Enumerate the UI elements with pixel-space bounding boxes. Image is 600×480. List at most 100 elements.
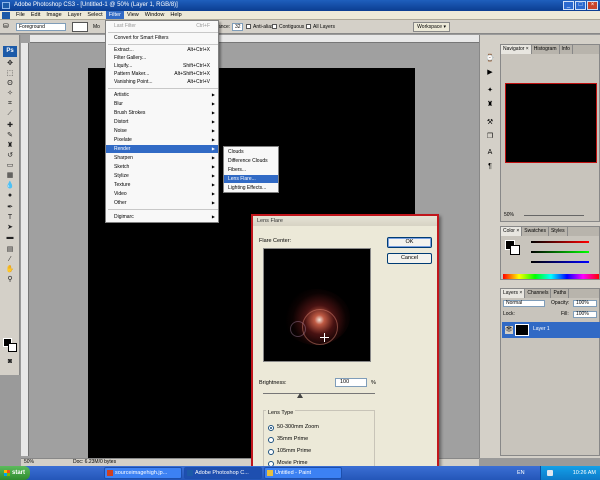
radio-35mm-prime[interactable] bbox=[268, 437, 274, 443]
fill-input[interactable]: 100% bbox=[573, 311, 597, 318]
history-panel-icon[interactable]: ⌚ bbox=[485, 54, 495, 64]
brightness-slider-thumb[interactable] bbox=[296, 393, 303, 398]
submenu-item-lighting-effects[interactable]: Lighting Effects... bbox=[224, 184, 278, 192]
eyedropper-tool-icon[interactable]: ⁄ bbox=[5, 255, 15, 264]
menu-item-vanishing-point[interactable]: Vanishing Point... Alt+Ctrl+V bbox=[106, 78, 218, 86]
tab-histogram[interactable]: Histogram bbox=[532, 45, 560, 54]
stamp-tool-icon[interactable]: ♜ bbox=[5, 141, 15, 150]
menu-image[interactable]: Image bbox=[43, 11, 64, 19]
menu-item-pattern-maker[interactable]: Pattern Maker... Alt+Shift+Ctrl+X bbox=[106, 70, 218, 78]
menu-item-stylize[interactable]: Stylize ▶ bbox=[106, 172, 218, 180]
menu-item-filter-gallery[interactable]: Filter Gallery... bbox=[106, 54, 218, 62]
menu-item-brush-strokes[interactable]: Brush Strokes ▶ bbox=[106, 109, 218, 117]
navigator-preview[interactable] bbox=[505, 83, 597, 163]
dodge-tool-icon[interactable]: ● bbox=[5, 191, 15, 200]
menu-edit[interactable]: Edit bbox=[28, 11, 43, 19]
character-panel-icon[interactable]: A bbox=[485, 148, 495, 158]
blur-tool-icon[interactable]: 💧 bbox=[5, 181, 15, 190]
quick-mask-icon[interactable]: ◙ bbox=[5, 357, 15, 366]
menu-item-noise[interactable]: Noise ▶ bbox=[106, 127, 218, 135]
contiguous-checkbox[interactable] bbox=[272, 24, 277, 29]
menu-item-blur[interactable]: Blur ▶ bbox=[106, 100, 218, 108]
menu-filter[interactable]: Filter bbox=[105, 11, 124, 19]
label-105mm-prime[interactable]: 105mm Prime bbox=[277, 448, 311, 454]
menu-item-other[interactable]: Other ▶ bbox=[106, 199, 218, 207]
pattern-swatch[interactable] bbox=[72, 22, 88, 32]
workspace-button[interactable]: Workspace ▾ bbox=[413, 22, 450, 32]
color-background-swatch[interactable] bbox=[510, 245, 520, 255]
menu-item-video[interactable]: Video ▶ bbox=[106, 190, 218, 198]
shape-tool-icon[interactable]: ▬ bbox=[5, 233, 15, 242]
ps-logo[interactable]: Ps bbox=[3, 46, 17, 57]
flare-crosshair-icon[interactable] bbox=[320, 333, 329, 342]
bucket-tool-icon[interactable]: ⛁ bbox=[3, 22, 9, 30]
navigator-zoom-slider[interactable] bbox=[524, 215, 584, 216]
background-color-swatch[interactable] bbox=[8, 343, 17, 352]
submenu-item-difference-clouds[interactable]: Difference Clouds bbox=[224, 157, 278, 165]
layer-comps-icon[interactable]: ❐ bbox=[485, 132, 495, 142]
magic-wand-tool-icon[interactable]: ✧ bbox=[5, 89, 15, 98]
menu-item-extract[interactable]: Extract... Alt+Ctrl+X bbox=[106, 46, 218, 54]
eraser-tool-icon[interactable]: ▭ bbox=[5, 161, 15, 170]
language-indicator[interactable]: EN bbox=[517, 470, 525, 476]
blue-slider[interactable] bbox=[531, 261, 589, 263]
tolerance-input[interactable]: 32 bbox=[232, 23, 243, 31]
minimize-button[interactable]: _ bbox=[563, 1, 574, 10]
menu-item-convert-smart-filters[interactable]: Convert for Smart Filters bbox=[106, 34, 218, 42]
task-sourceimage[interactable]: sourceimagehigh.jp... bbox=[104, 467, 182, 479]
zoom-tool-icon[interactable]: ⚲ bbox=[5, 275, 15, 284]
tab-channels[interactable]: Channels bbox=[525, 289, 552, 298]
menu-file[interactable]: File bbox=[13, 11, 28, 19]
menu-item-sketch[interactable]: Sketch ▶ bbox=[106, 163, 218, 171]
menu-item-artistic[interactable]: Artistic ▶ bbox=[106, 91, 218, 99]
tab-info[interactable]: Info bbox=[560, 45, 573, 54]
red-slider[interactable] bbox=[531, 241, 589, 243]
actions-panel-icon[interactable]: ▶ bbox=[485, 68, 495, 78]
menu-view[interactable]: View bbox=[124, 11, 142, 19]
menu-layer[interactable]: Layer bbox=[65, 11, 85, 19]
close-button[interactable]: × bbox=[587, 1, 598, 10]
menu-select[interactable]: Select bbox=[84, 11, 105, 19]
menu-item-texture[interactable]: Texture ▶ bbox=[106, 181, 218, 189]
marquee-tool-icon[interactable]: ⬚ bbox=[5, 69, 15, 78]
slice-tool-icon[interactable]: ⟋ bbox=[5, 109, 15, 118]
move-tool-icon[interactable]: ✥ bbox=[5, 59, 15, 68]
menu-item-digimarc[interactable]: Digimarc ▶ bbox=[106, 213, 218, 221]
brush-tool-icon[interactable]: ✎ bbox=[5, 131, 15, 140]
type-tool-icon[interactable]: T bbox=[5, 213, 15, 222]
menu-item-render[interactable]: Render ▶ bbox=[106, 145, 218, 153]
history-brush-icon[interactable]: ↺ bbox=[5, 151, 15, 160]
path-selection-icon[interactable]: ➤ bbox=[5, 223, 15, 232]
start-button[interactable]: start bbox=[0, 466, 30, 480]
tab-paths[interactable]: Paths bbox=[551, 289, 570, 298]
hand-tool-icon[interactable]: ✋ bbox=[5, 265, 15, 274]
color-spectrum-ramp[interactable] bbox=[503, 274, 599, 279]
tab-color[interactable]: Color × bbox=[501, 227, 523, 236]
tab-swatches[interactable]: Swatches bbox=[522, 227, 549, 236]
brightness-input[interactable]: 100 bbox=[335, 378, 367, 387]
eye-icon[interactable]: 👁 bbox=[505, 326, 513, 334]
layer-row[interactable]: 👁 Layer 1 bbox=[502, 322, 600, 338]
submenu-item-lens-flare[interactable]: Lens Flare... bbox=[224, 175, 278, 183]
green-slider[interactable] bbox=[531, 251, 589, 253]
fill-source-select[interactable]: Foreground bbox=[16, 23, 66, 31]
cancel-button[interactable]: Cancel bbox=[387, 253, 432, 264]
label-35mm-prime[interactable]: 35mm Prime bbox=[277, 436, 308, 442]
blend-mode-select[interactable]: Normal bbox=[503, 300, 545, 307]
tool-presets-icon[interactable]: ⚒ bbox=[485, 118, 495, 128]
task-photoshop[interactable]: Adobe Photoshop C... bbox=[184, 467, 262, 479]
tab-layers[interactable]: Layers × bbox=[501, 289, 526, 298]
zoom-level[interactable]: 50% bbox=[24, 459, 34, 466]
paragraph-panel-icon[interactable]: ¶ bbox=[485, 162, 495, 172]
flare-preview[interactable] bbox=[263, 248, 371, 362]
label-50-300mm-zoom[interactable]: 50-300mm Zoom bbox=[277, 424, 319, 430]
pen-tool-icon[interactable]: ✒ bbox=[5, 203, 15, 212]
tab-navigator[interactable]: Navigator × bbox=[501, 45, 532, 54]
radio-50-300mm-zoom[interactable] bbox=[268, 425, 274, 431]
healing-tool-icon[interactable]: ✚ bbox=[5, 121, 15, 130]
clone-source-panel-icon[interactable]: ♜ bbox=[485, 100, 495, 110]
tray-volume-icon[interactable] bbox=[547, 470, 553, 476]
navigator-zoom-value[interactable]: 50% bbox=[504, 212, 514, 218]
menu-item-sharpen[interactable]: Sharpen ▶ bbox=[106, 154, 218, 162]
menu-help[interactable]: Help bbox=[167, 11, 184, 19]
